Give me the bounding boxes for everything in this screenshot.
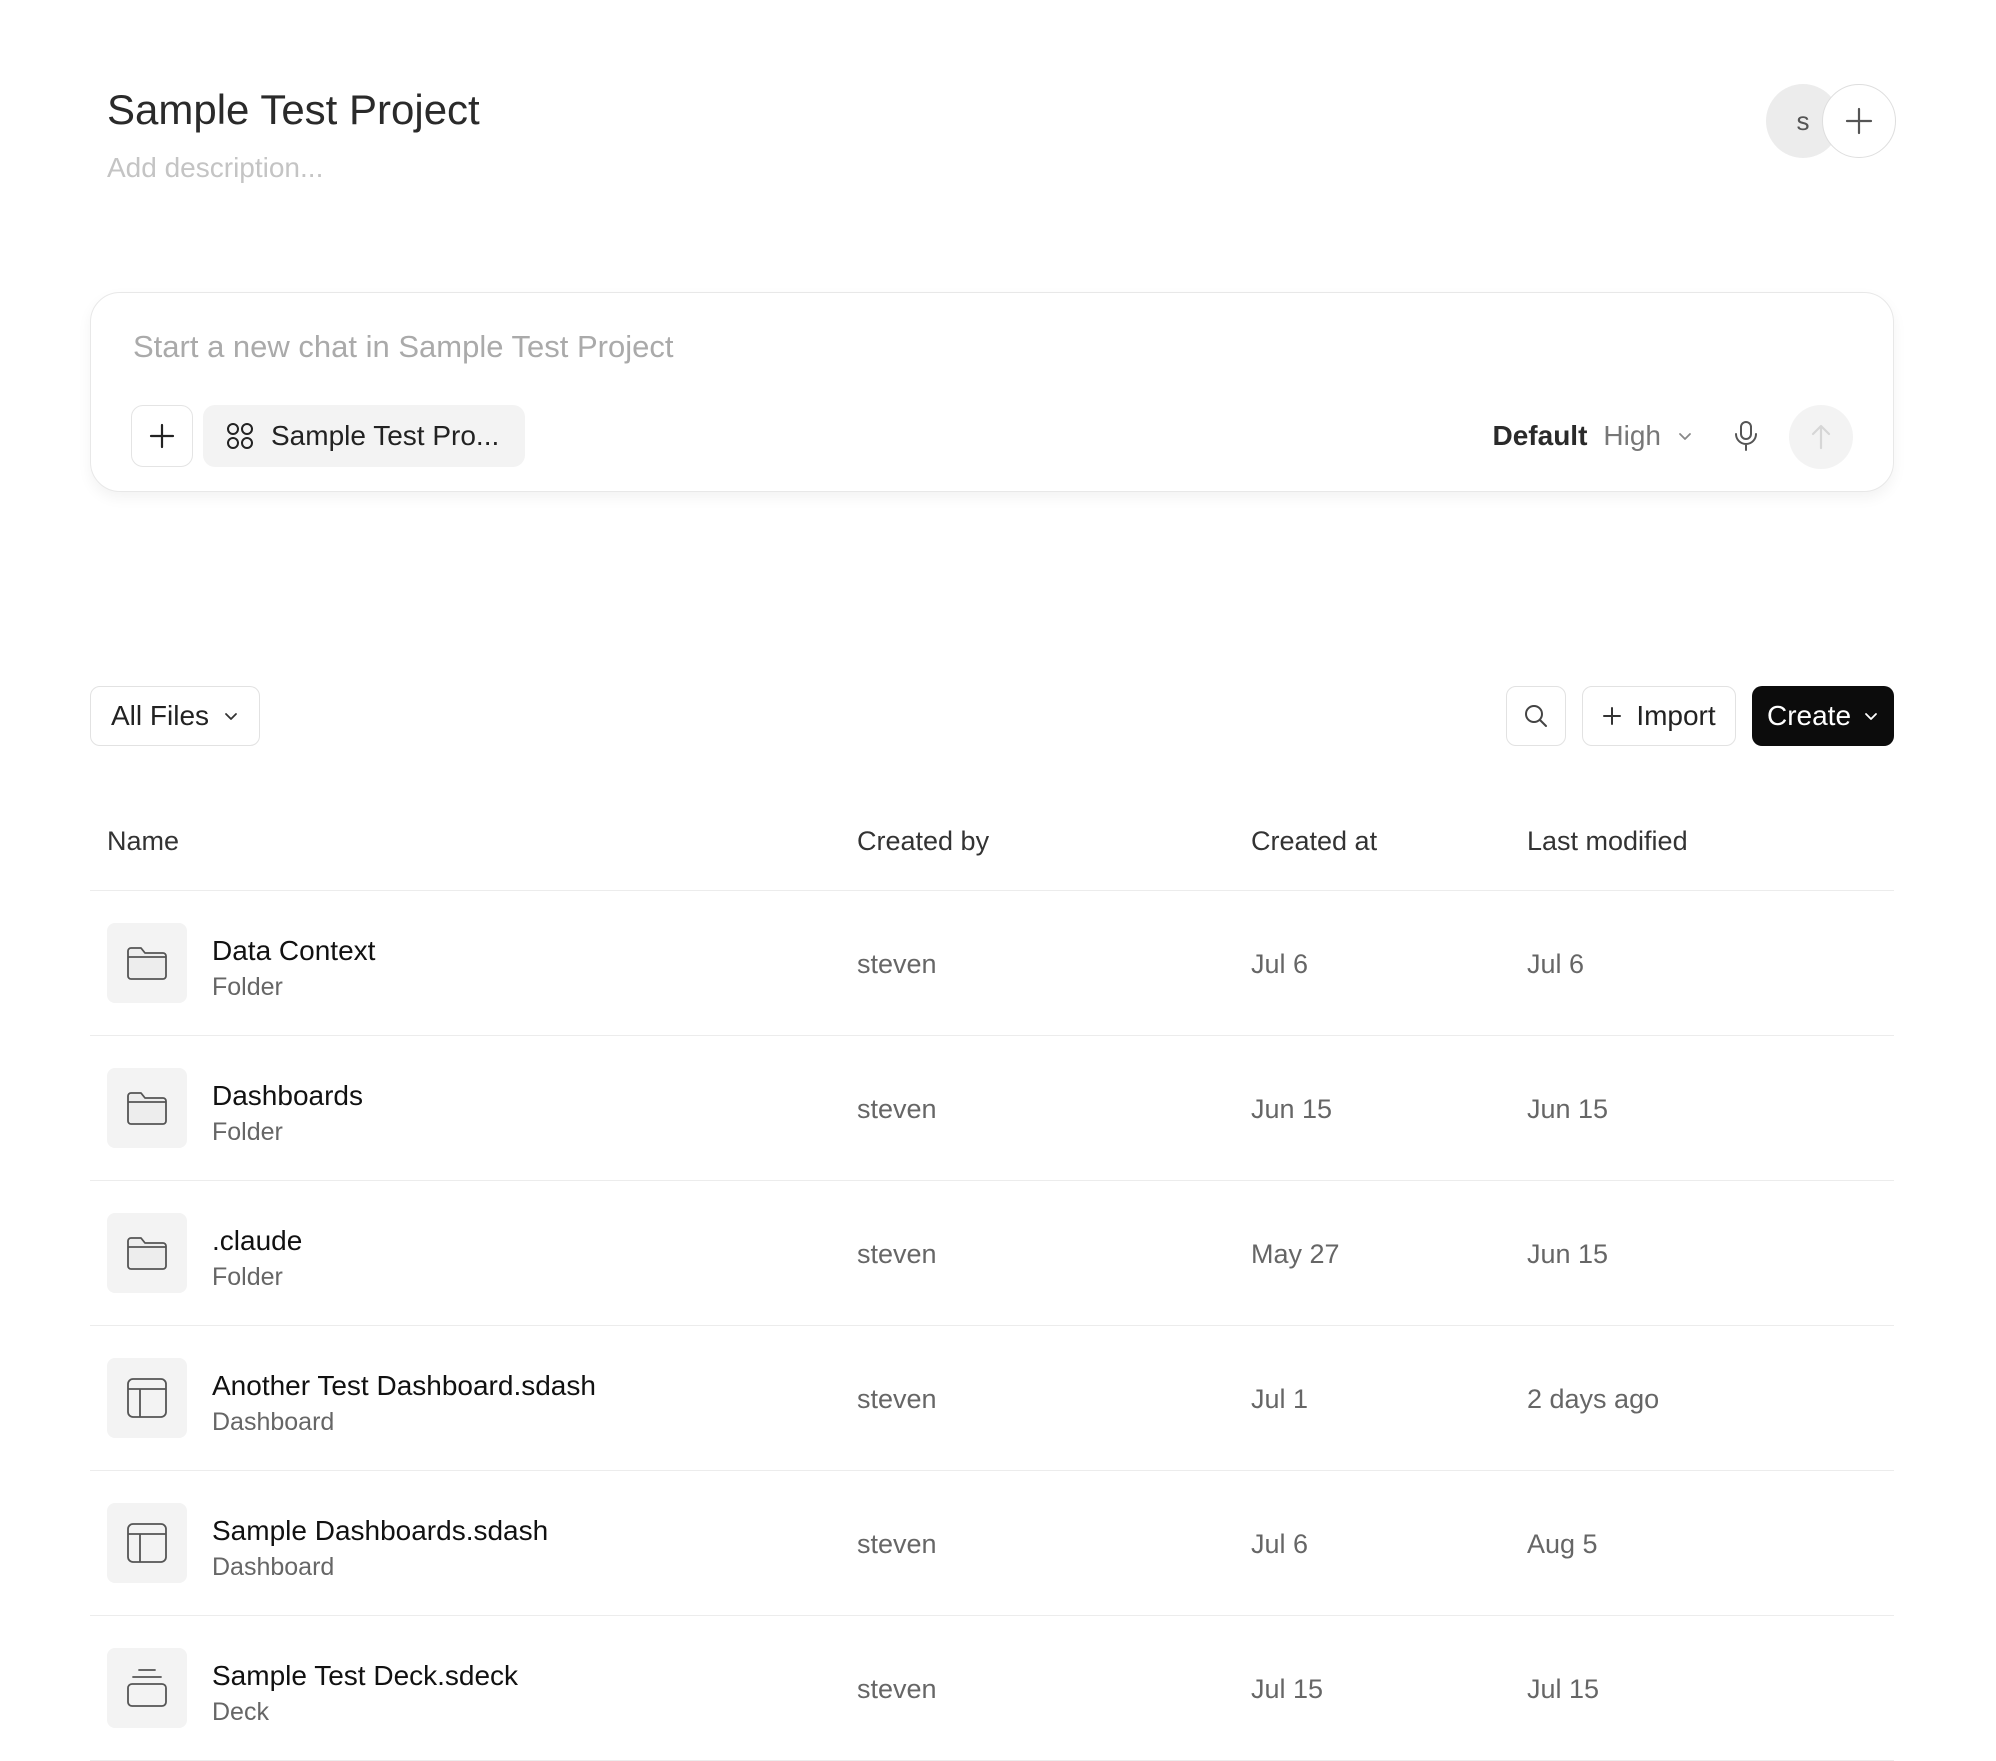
plus-icon [1845,107,1873,135]
file-type: Dashboard [212,1408,335,1436]
import-label: Import [1636,700,1716,731]
last-modified: Jul 6 [1527,949,1585,979]
column-header-created-at[interactable]: Created at [1251,826,1377,857]
column-header-name[interactable]: Name [107,826,179,857]
search-icon [1525,705,1547,727]
file-name: Dashboards [212,1080,363,1111]
file-type: Folder [212,1263,283,1291]
file-filter-label: All Files [111,700,210,731]
created-at: May 27 [1251,1239,1340,1269]
table-header: Name Created by Created at Last modified [90,810,1894,891]
avatar-initial: S [1796,105,1810,136]
table-row[interactable]: .claude Folder steven May 27 Jun 15 [90,1181,1894,1326]
project-grid-icon [227,423,253,449]
created-by: steven [857,1529,937,1559]
folder-icon [107,1213,187,1293]
microphone-icon [1735,421,1757,451]
arrow-up-icon [1811,424,1831,450]
chevron-down-icon [225,713,237,720]
table-row[interactable]: Sample Dashboards.sdash Dashboard steven Ju… [90,1471,1894,1616]
table-row[interactable]: Another Test Dashboard.sdash Dashboard ste… [90,1326,1894,1471]
table-row[interactable]: Dashboards Folder steven Jun 15 Jun 15 [90,1036,1894,1181]
column-header-created-by[interactable]: Created by [857,826,989,857]
file-name: Another Test Dashboard.sdash [212,1370,596,1401]
send-button[interactable] [1789,405,1853,469]
project-description[interactable]: Add description... [107,150,1896,186]
created-by: steven [857,1384,937,1414]
plus-icon [149,423,175,449]
deck-icon [107,1648,187,1728]
created-at: Jul 15 [1251,1674,1324,1704]
file-name: Sample Test Deck.sdeck [212,1660,519,1691]
last-modified: Jun 15 [1527,1094,1609,1124]
folder-icon [107,923,187,1003]
file-type: Dashboard [212,1553,335,1581]
file-filter-dropdown[interactable]: All Files [90,686,261,746]
file-name: Data Context [212,935,376,966]
file-type: Deck [212,1698,269,1726]
folder-icon [107,1068,187,1148]
attach-button[interactable] [131,405,193,467]
chevron-down-icon [1865,713,1877,720]
files-table: Name Created by Created at Last modified… [90,810,1894,1761]
created-by: steven [857,1674,937,1704]
last-modified: Aug 5 [1527,1529,1598,1559]
add-member-button[interactable] [1822,84,1896,158]
created-at: Jul 1 [1251,1384,1309,1414]
file-type: Folder [212,1118,283,1146]
project-page: Sample Test Project Add description... S [0,0,1996,1761]
create-label: Create [1766,700,1852,731]
new-chat-composer: Sample Test Pro... Default High [90,292,1894,492]
last-modified: Jun 15 [1527,1239,1609,1269]
created-by: steven [857,1239,937,1269]
file-name: .claude [212,1225,303,1256]
project-context-chip[interactable]: Sample Test Pro... [203,405,526,467]
last-modified: 2 days ago [1527,1384,1660,1414]
created-at: Jun 15 [1251,1094,1333,1124]
file-name: Sample Dashboards.sdash [212,1515,549,1546]
plus-icon [1603,707,1622,725]
member-avatars: S [1766,84,1896,158]
created-by: steven [857,949,937,979]
files-toolbar: All Files Import Create [90,686,1894,746]
model-effort-level: High [1603,420,1661,451]
chevron-down-icon [1679,433,1691,440]
created-at: Jul 6 [1251,1529,1309,1559]
project-title[interactable]: Sample Test Project [107,84,1896,136]
dashboard-icon [107,1503,187,1583]
table-row[interactable]: Data Context Folder steven Jul 6 Jul 6 [90,891,1894,1036]
chat-input[interactable] [131,321,1535,373]
table-row[interactable]: Sample Test Deck.sdeck Deck steven Jul 15 Ju… [90,1616,1894,1761]
model-name: Default [1492,420,1588,451]
last-modified: Jul 15 [1527,1674,1600,1704]
microphone-button[interactable] [1721,411,1771,461]
search-button[interactable] [1506,686,1566,746]
import-button[interactable]: Import [1582,686,1736,746]
file-type: Folder [212,973,283,1001]
project-chip-label: Sample Test Pro... [271,420,500,451]
table-body: Data Context Folder steven Jul 6 Jul 6 Dashb… [90,891,1894,1761]
dashboard-icon [107,1358,187,1438]
project-header: Sample Test Project Add description... S [107,84,1896,204]
model-selector[interactable]: Default High [1493,405,1694,467]
created-at: Jul 6 [1251,949,1309,979]
create-button[interactable]: Create [1752,686,1894,746]
created-by: steven [857,1094,937,1124]
column-header-last-modified[interactable]: Last modified [1527,826,1688,857]
